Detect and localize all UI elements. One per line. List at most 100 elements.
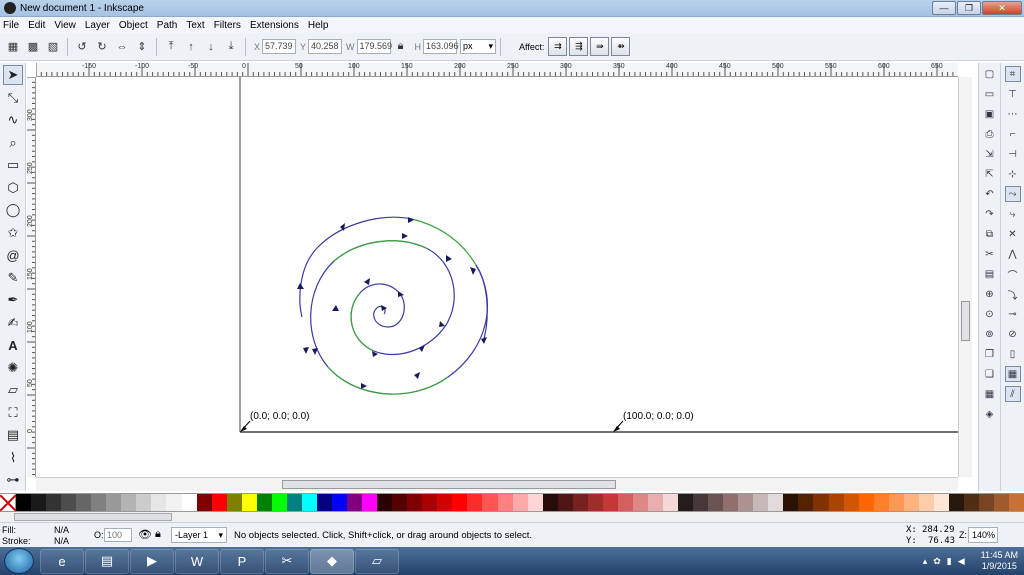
color-swatch[interactable]	[873, 494, 889, 511]
color-swatch[interactable]	[392, 494, 408, 511]
text-tool-icon[interactable]: A	[3, 335, 23, 355]
color-swatch[interactable]	[918, 494, 934, 511]
color-swatch[interactable]	[903, 494, 919, 511]
close-button[interactable]: ✕	[982, 1, 1022, 15]
color-swatch[interactable]	[843, 494, 859, 511]
color-swatch[interactable]	[362, 494, 378, 511]
snap-page-icon[interactable]: ▯	[1005, 346, 1021, 362]
zoom-drawing-icon[interactable]: ⊙	[982, 306, 998, 322]
flip-vertical-icon[interactable]: ⇕	[134, 39, 150, 55]
horizontal-scrollbar[interactable]	[36, 477, 958, 491]
tray-volume-icon[interactable]: ◀︎	[958, 556, 965, 567]
color-swatch[interactable]	[211, 494, 227, 511]
rotate-cw-icon[interactable]: ↻	[94, 39, 110, 55]
tray-up-arrow-icon[interactable]: ▴	[923, 556, 928, 567]
lock-icon[interactable]: 🔒︎	[393, 39, 409, 55]
taskbar-app-word[interactable]: W	[175, 548, 219, 574]
scale-corners-button[interactable]: ⇶	[569, 37, 589, 56]
menu-text[interactable]: Text	[186, 20, 204, 31]
color-swatch[interactable]	[31, 494, 47, 511]
fill-stroke-icon[interactable]: ◈	[982, 406, 998, 422]
color-swatch[interactable]	[271, 494, 287, 511]
snap-bbox-corner-icon[interactable]: ⌐	[1005, 126, 1021, 142]
snap-nodes-icon[interactable]: ⤳	[1004, 186, 1021, 202]
height-field[interactable]: 163.096	[423, 39, 459, 54]
snap-cusp-icon[interactable]: ⋀	[1005, 246, 1021, 262]
raise-icon[interactable]: ↑	[183, 39, 199, 55]
lock-icon[interactable]: 🔒︎	[155, 528, 161, 541]
color-swatch[interactable]	[437, 494, 453, 511]
color-swatch[interactable]	[407, 494, 423, 511]
color-swatch[interactable]	[16, 494, 32, 511]
color-swatch[interactable]	[91, 494, 107, 511]
color-swatch[interactable]	[587, 494, 603, 511]
node-tool-icon[interactable]: ⤡	[3, 88, 23, 108]
new-document-icon[interactable]: ▢	[982, 66, 998, 82]
cut-icon[interactable]: ✂	[982, 246, 998, 262]
copy-icon[interactable]: ⧉	[982, 226, 998, 242]
lower-to-bottom-icon[interactable]: ⤓	[223, 39, 239, 55]
vertical-scrollbar[interactable]	[958, 77, 972, 477]
color-swatch[interactable]	[331, 494, 348, 511]
color-swatch[interactable]	[347, 494, 363, 511]
color-swatch[interactable]	[647, 494, 664, 511]
3d-box-tool-icon[interactable]: ⬡	[3, 178, 23, 198]
snap-bbox-center-icon[interactable]: ⊹	[1005, 166, 1021, 182]
color-swatch[interactable]	[617, 494, 633, 511]
color-swatch[interactable]	[377, 494, 393, 511]
color-swatch[interactable]	[933, 494, 949, 511]
zoom-selection-icon[interactable]: ⊕	[982, 286, 998, 302]
zoom-tool-icon[interactable]: ⌕	[3, 133, 23, 153]
color-swatch[interactable]	[121, 494, 137, 511]
menu-help[interactable]: Help	[308, 20, 329, 31]
color-swatch[interactable]	[963, 494, 979, 511]
color-swatch[interactable]	[166, 494, 182, 511]
snap-guide-icon[interactable]: ⫽	[1004, 386, 1021, 402]
snap-bbox-edge-icon[interactable]: ⋯	[1005, 106, 1021, 122]
color-swatch[interactable]	[256, 494, 272, 511]
color-swatch[interactable]	[241, 494, 257, 511]
snap-intersection-icon[interactable]: ✕	[1005, 226, 1021, 242]
color-swatch[interactable]	[678, 494, 694, 511]
color-swatch[interactable]	[46, 494, 62, 511]
taskbar-app-inkscape[interactable]: ◆	[310, 548, 354, 574]
minimize-button[interactable]: —	[932, 1, 956, 15]
snap-center-icon[interactable]: ⊸	[1005, 306, 1021, 322]
paste-icon[interactable]: ▤	[982, 266, 998, 282]
snap-toggle-icon[interactable]: ⌗	[1004, 66, 1021, 82]
color-swatch[interactable]	[602, 494, 618, 511]
palette-scroll-thumb[interactable]	[14, 513, 172, 521]
taskbar-app-internet-explorer[interactable]: e	[40, 548, 84, 574]
tweak-tool-icon[interactable]: ∿	[3, 110, 23, 130]
raise-to-top-icon[interactable]: ⤒	[163, 39, 179, 55]
color-swatch[interactable]	[753, 494, 769, 511]
color-swatch[interactable]	[738, 494, 754, 511]
color-swatch[interactable]	[226, 494, 242, 511]
star-tool-icon[interactable]: ✩	[3, 223, 23, 243]
color-swatch[interactable]	[948, 494, 964, 511]
menu-view[interactable]: View	[54, 20, 76, 31]
spray-tool-icon[interactable]: ✺	[3, 358, 23, 378]
tray-network-icon[interactable]: ▮	[947, 556, 952, 567]
color-swatch[interactable]	[557, 494, 573, 511]
menu-path[interactable]: Path	[157, 20, 178, 31]
flip-horizontal-icon[interactable]: ⇔	[114, 39, 130, 55]
undo-icon[interactable]: ↶	[982, 186, 998, 202]
connector-tool-icon[interactable]: ⊶	[3, 470, 23, 490]
opacity-field[interactable]: 100	[104, 528, 132, 542]
color-swatch[interactable]	[151, 494, 167, 511]
color-swatch[interactable]	[723, 494, 739, 511]
snap-bbox-midpoint-icon[interactable]: ⊣	[1005, 146, 1021, 162]
color-swatch[interactable]	[813, 494, 829, 511]
move-gradients-button[interactable]: ⇛	[590, 37, 610, 56]
color-swatch[interactable]	[136, 494, 152, 511]
color-swatch[interactable]	[497, 494, 513, 511]
pencil-tool-icon[interactable]: ✎	[3, 268, 23, 288]
snap-bbox-icon[interactable]: ⊤	[1005, 86, 1021, 102]
menu-file[interactable]: File	[3, 20, 19, 31]
spiral-path[interactable]	[299, 216, 489, 395]
color-swatch[interactable]	[512, 494, 528, 511]
color-swatch[interactable]	[527, 494, 543, 511]
menu-edit[interactable]: Edit	[28, 20, 45, 31]
color-swatch[interactable]	[768, 494, 784, 511]
